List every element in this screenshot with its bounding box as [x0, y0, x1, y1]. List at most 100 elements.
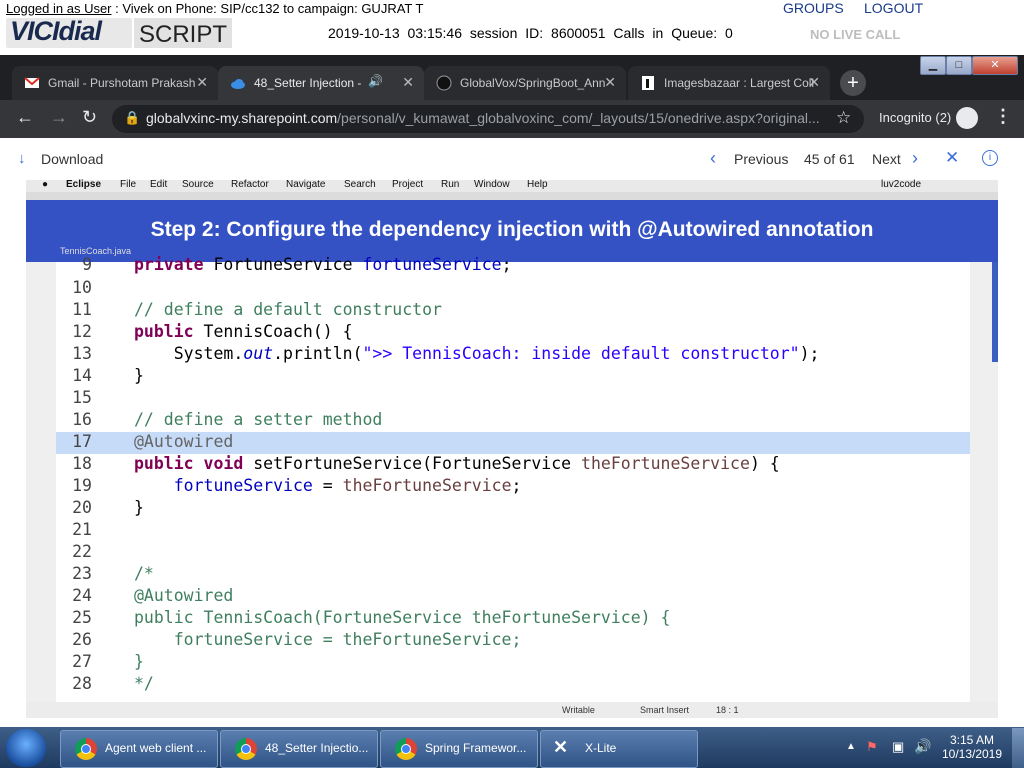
taskbar-item-xlite[interactable]: ✕ X-Lite — [540, 730, 698, 768]
chrome-icon — [395, 738, 417, 760]
tab-imagesbazaar[interactable]: Imagesbazaar : Largest Coll ✕ — [628, 66, 830, 100]
speaker-icon[interactable]: 🔊 — [368, 74, 383, 88]
code-line-23: 23/* — [72, 564, 154, 583]
step-banner-title: Step 2: Configure the dependency injecti… — [150, 218, 874, 241]
code-line-12: 12 public TennisCoach() { — [72, 322, 353, 341]
code-line-22: 22 — [72, 542, 92, 561]
menu-help: Help — [527, 179, 548, 190]
taskbar-label: Spring Framewor... — [425, 741, 527, 755]
code-line-16: 16// define a setter method — [72, 410, 383, 429]
code-line-9: 9 private FortuneService fortuneService; — [82, 255, 512, 274]
close-icon[interactable]: ✕ — [604, 74, 616, 91]
xlite-icon: ✕ — [553, 737, 569, 757]
chevron-right-icon[interactable]: › — [912, 148, 918, 169]
tab-title: 48_Setter Injection - W — [254, 76, 364, 90]
volume-icon[interactable]: 🔊 — [914, 738, 931, 755]
incognito-label[interactable]: Incognito (2) — [879, 110, 951, 125]
url-text[interactable]: globalvxinc-my.sharepoint.com/personal/v… — [146, 110, 820, 126]
windows-start-button[interactable] — [6, 729, 46, 767]
code-line-11: 11// define a default constructor — [72, 300, 442, 319]
chevron-left-icon[interactable]: ‹ — [710, 148, 716, 169]
menu-dots-icon[interactable]: ⋮ — [994, 106, 1012, 127]
clock-time: 3:15 AM — [949, 733, 995, 747]
gmail-icon — [24, 77, 40, 88]
code-line-19: 19 fortuneService = theFortuneService; — [72, 476, 522, 495]
menu-eclipse: Eclipse — [66, 179, 102, 190]
menu-project: Project — [392, 179, 424, 190]
github-icon — [436, 75, 452, 91]
tab-title: Gmail - Purshotam Prakash — [48, 76, 196, 90]
close-icon[interactable]: ✕ — [196, 74, 208, 91]
tab-title: GlobalVox/SpringBoot_Ann — [460, 76, 606, 90]
apple-icon: ● — [42, 179, 49, 190]
minimize-button[interactable]: ▁ — [920, 56, 946, 75]
code-line-27: 27} — [72, 652, 144, 671]
incognito-icon[interactable] — [956, 107, 978, 129]
menu-source: Source — [182, 179, 214, 190]
menu-file: File — [120, 179, 137, 190]
menu-search: Search — [344, 179, 376, 190]
new-tab-button[interactable]: + — [840, 70, 866, 96]
window-close-button[interactable]: ✕ — [972, 56, 1018, 75]
flag-icon[interactable]: ⚑ — [866, 739, 878, 755]
code-line-18: 18 public void setFortuneService(FortuneS… — [72, 454, 780, 473]
taskbar-item-setter[interactable]: 48_Setter Injectio... — [220, 730, 378, 768]
status-position: 18 : 1 — [716, 705, 739, 715]
groups-link[interactable]: GROUPS — [783, 0, 844, 16]
imagesbazaar-icon — [642, 76, 654, 90]
close-icon[interactable]: ✕ — [945, 148, 959, 168]
url-host: globalvxinc-my.sharepoint.com — [146, 110, 338, 126]
code-line-28: 28 */ — [72, 674, 154, 693]
tab-title: Imagesbazaar : Largest Coll — [664, 76, 814, 90]
status-writable: Writable — [562, 705, 595, 715]
taskbar-label: 48_Setter Injectio... — [265, 741, 369, 755]
taskbar-item-agent[interactable]: Agent web client ... — [60, 730, 218, 768]
login-details: : Vivek on Phone: SIP/cc132 to campaign:… — [111, 1, 424, 16]
vicidial-logo: VICIdial — [6, 16, 132, 48]
page-indicator: 45 of 61 — [804, 151, 855, 167]
mac-user: luv2code — [881, 179, 922, 190]
login-info: Logged in as User : Vivek on Phone: SIP/… — [6, 1, 423, 16]
left-gutter — [26, 262, 56, 702]
taskbar-label: Agent web client ... — [105, 741, 207, 755]
logout-link[interactable]: LOGOUT — [864, 0, 923, 16]
code-line-10: 10 — [72, 278, 92, 297]
chrome-icon — [75, 738, 97, 760]
tab-github[interactable]: GlobalVox/SpringBoot_Ann ✕ — [424, 66, 626, 100]
download-button[interactable]: Download — [41, 151, 103, 167]
tray-expand-icon[interactable]: ▲ — [846, 741, 856, 752]
tab-gmail[interactable]: Gmail - Purshotam Prakash ✕ — [12, 66, 218, 100]
next-button[interactable]: Next — [872, 151, 901, 167]
clock-date: 10/13/2019 — [941, 747, 1003, 761]
code-line-20: 20} — [72, 498, 144, 517]
code-line-21: 21 — [72, 520, 92, 539]
close-icon[interactable]: ✕ — [402, 74, 414, 91]
code-line-26: 26 fortuneService = theFortuneService; — [72, 630, 522, 649]
logo-text: VICIdial — [10, 16, 102, 46]
lock-icon[interactable]: 🔒 — [124, 110, 140, 126]
forward-arrow-icon[interactable]: → — [50, 107, 68, 128]
bookmark-star-icon[interactable]: ☆ — [836, 108, 851, 128]
code-line-14: 14} — [72, 366, 144, 385]
info-icon[interactable]: i — [982, 150, 998, 166]
no-live-call-status: NO LIVE CALL — [810, 27, 901, 42]
network-icon[interactable]: ▣ — [892, 739, 904, 755]
reload-icon[interactable]: ↻ — [82, 107, 97, 128]
code-line-25: 25 public TennisCoach(FortuneService theF… — [72, 608, 671, 627]
previous-button[interactable]: Previous — [734, 151, 788, 167]
taskbar-item-spring[interactable]: Spring Framewor... — [380, 730, 538, 768]
taskbar-clock[interactable]: 3:15 AM 10/13/2019 — [936, 733, 1008, 761]
tab-setter-injection[interactable]: 48_Setter Injection - W 🔊 ✕ — [218, 66, 424, 100]
show-desktop-button[interactable] — [1012, 728, 1024, 768]
code-line-17: 17 @Autowired — [56, 432, 970, 454]
viewer-bar — [0, 138, 1024, 180]
url-path: /personal/v_kumawat_globalvoxinc_com/_la… — [337, 110, 820, 126]
back-arrow-icon[interactable]: ← — [16, 107, 34, 128]
maximize-button[interactable]: □ — [946, 56, 972, 75]
close-icon[interactable]: ✕ — [808, 74, 820, 91]
script-tab[interactable]: SCRIPT — [134, 18, 232, 48]
menu-refactor: Refactor — [231, 179, 269, 190]
download-icon[interactable]: ↓ — [18, 150, 26, 167]
taskbar-label: X-Lite — [585, 741, 617, 755]
chrome-icon — [235, 738, 257, 760]
